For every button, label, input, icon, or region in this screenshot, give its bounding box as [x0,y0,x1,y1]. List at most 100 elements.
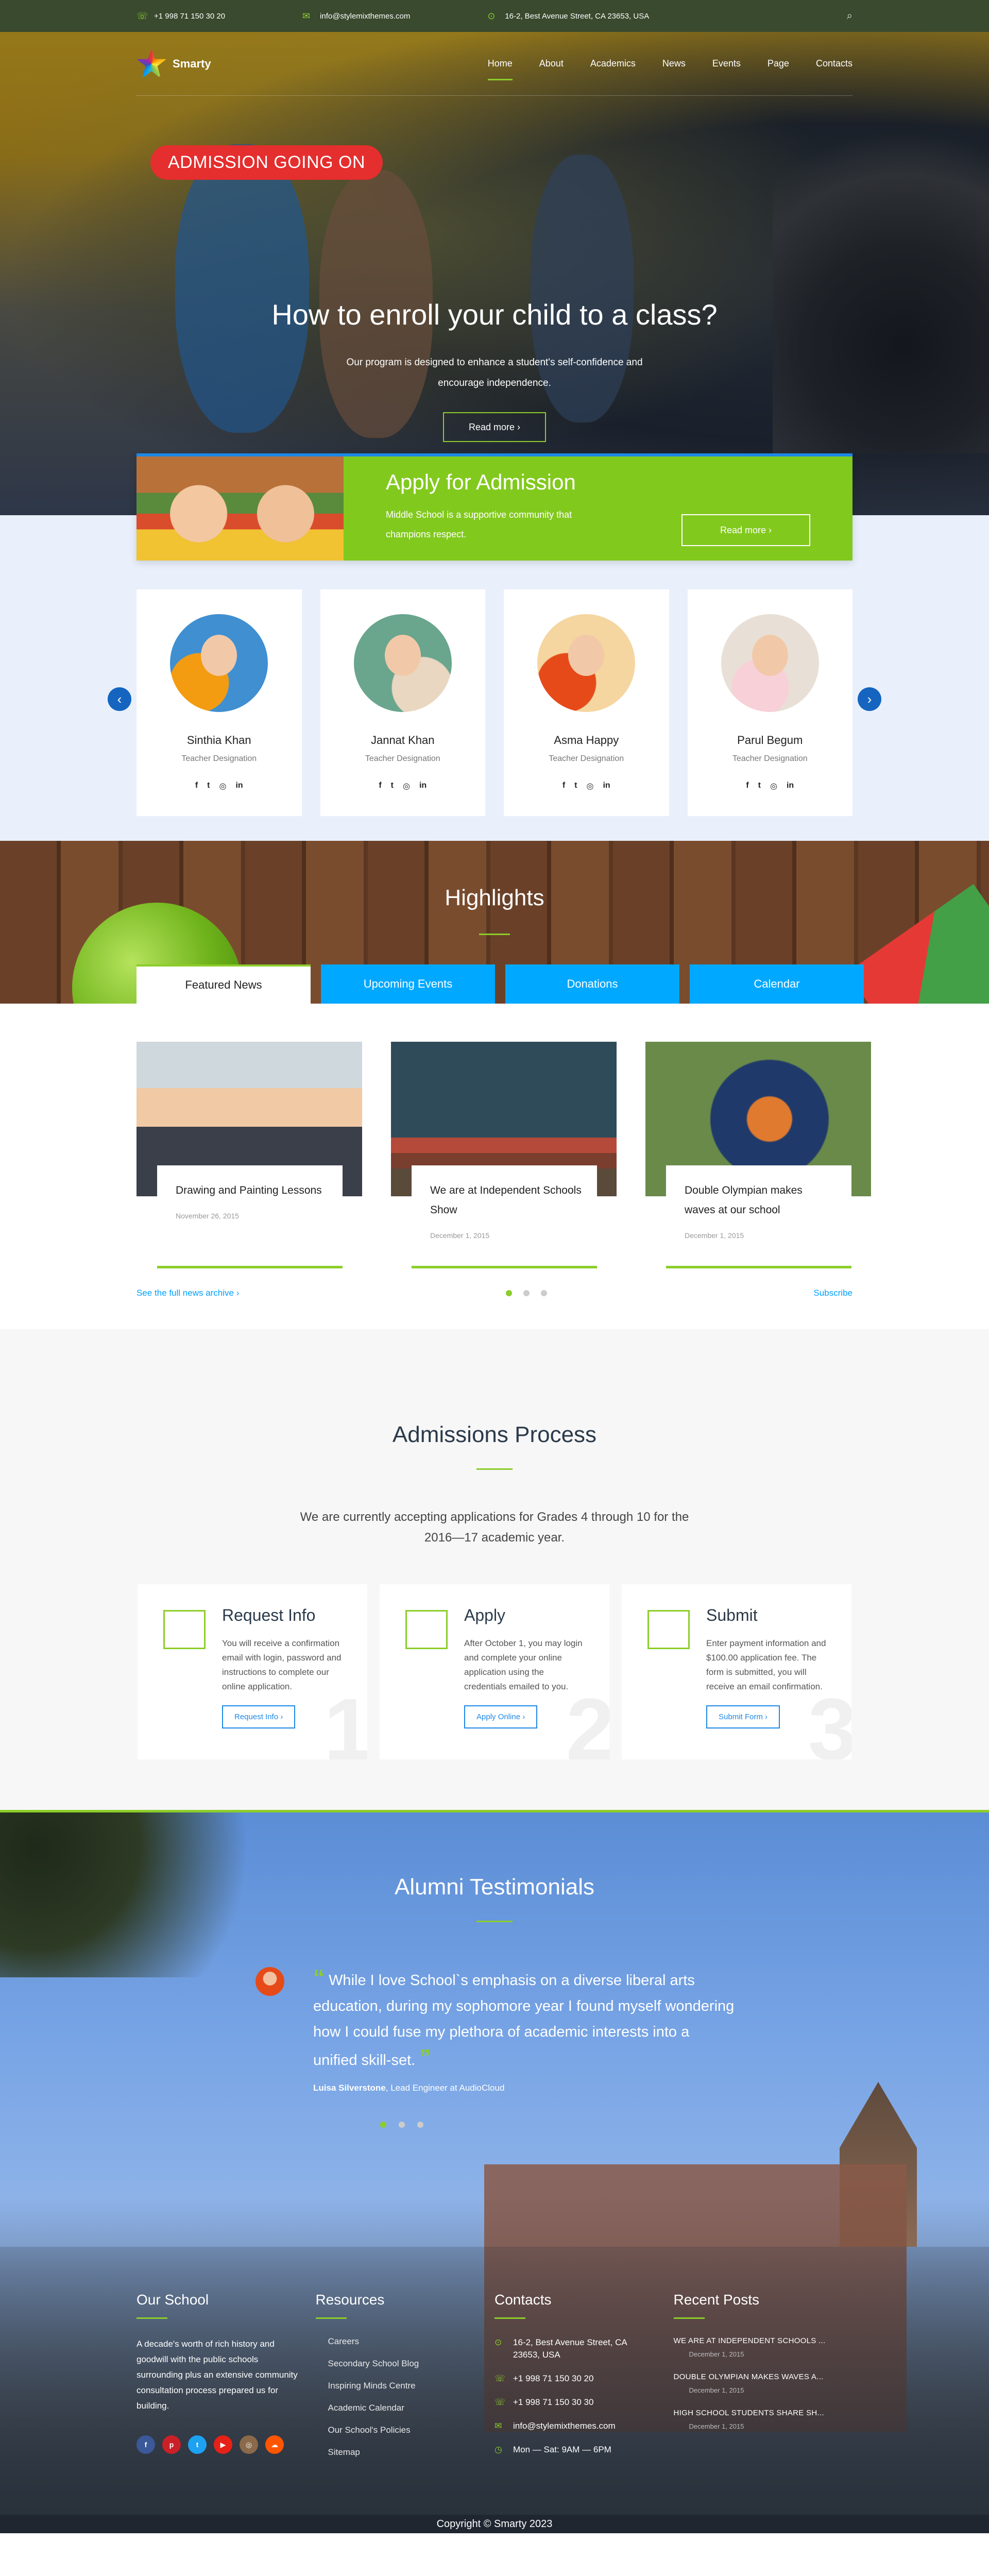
topbar-phone[interactable]: ☏ +1 998 71 150 30 20 [137,11,225,21]
site-logo[interactable]: Smarty [137,48,211,79]
teacher-social: f t ◎ in [688,781,853,791]
news-title[interactable]: Double Olympian makes waves at our schoo… [685,1181,836,1220]
instagram-icon[interactable]: ◎ [219,781,226,791]
teacher-card[interactable]: Parul Begum Teacher Designation f t ◎ in [687,589,853,816]
pagination-dot[interactable] [399,2122,405,2128]
facebook-icon[interactable]: f [379,781,381,791]
nav-item-academics[interactable]: Academics [590,53,636,74]
nav-item-home[interactable]: Home [487,53,513,80]
nav-item-page[interactable]: Page [768,53,789,74]
footer-link[interactable]: Our School's Policies [316,2425,495,2435]
nav-menu: Home About Academics News Events Page Co… [487,53,852,80]
teacher-name: Parul Begum [737,734,803,747]
search-icon[interactable]: ⌕ [847,10,852,22]
mail-icon: ✉ [302,11,311,21]
soundcloud-icon[interactable]: ☁ [265,2435,284,2454]
tab-calendar[interactable]: Calendar [690,964,864,1004]
contact-fax[interactable]: ☏ +1 998 71 150 30 30 [494,2396,674,2409]
nav-item-contacts[interactable]: Contacts [816,53,852,74]
linkedin-icon[interactable]: in [235,781,243,791]
teacher-card[interactable]: Jannat Khan Teacher Designation f t ◎ in [320,589,485,816]
title-divider [476,1468,513,1470]
recent-post-title[interactable]: HIGH SCHOOL STUDENTS SHARE SH... [674,2409,853,2417]
twitter-icon[interactable]: t [207,781,210,791]
highlights-tabs: Featured News Upcoming Events Donations … [137,964,864,1004]
news-title[interactable]: Drawing and Painting Lessons [176,1181,327,1200]
nav-item-about[interactable]: About [539,53,564,74]
contact-phone[interactable]: ☏ +1 998 71 150 30 20 [494,2372,674,2385]
facebook-icon[interactable]: f [137,2435,155,2454]
recent-post[interactable]: WE ARE AT INDEPENDENT SCHOOLS ... Decemb… [674,2336,853,2358]
carousel-prev-button[interactable]: ‹ [108,687,131,711]
tab-upcoming-events[interactable]: Upcoming Events [321,964,495,1004]
footer-social: f p t ▶ ◎ ☁ [137,2435,316,2454]
footer-heading: Contacts [494,2292,552,2308]
nav-item-news[interactable]: News [662,53,686,74]
contact-email[interactable]: ✉ info@stylemixthemes.com [494,2420,674,2432]
apply-online-button[interactable]: Apply Online › [464,1705,538,1728]
pinterest-icon[interactable]: p [162,2435,181,2454]
footer-recent-posts: Recent Posts WE ARE AT INDEPENDENT SCHOO… [673,2292,853,2469]
teacher-designation: Teacher Designation [181,754,257,763]
footer-link[interactable]: Sitemap [316,2447,495,2458]
twitter-icon[interactable]: t [391,781,394,791]
title-divider [479,934,510,935]
tab-featured-news[interactable]: Featured News [137,964,311,1004]
instagram-icon[interactable]: ◎ [403,781,410,791]
news-archive-link[interactable]: See the full news archive › [137,1288,239,1298]
twitter-icon[interactable]: t [574,781,577,791]
apply-title: Apply for Admission [386,470,576,494]
recent-post-title[interactable]: WE ARE AT INDEPENDENT SCHOOLS ... [674,2336,853,2345]
footer-link[interactable]: Academic Calendar [316,2403,495,2413]
recent-post[interactable]: DOUBLE OLYMPIAN MAKES WAVES A... Decembe… [674,2372,853,2394]
teacher-social: f t ◎ in [137,781,302,791]
instagram-icon[interactable]: ◎ [586,781,593,791]
news-card[interactable]: We are at Independent Schools Show Decem… [391,1042,617,1268]
topbar-email[interactable]: ✉ info@stylemixthemes.com [302,11,410,21]
facebook-icon[interactable]: f [195,781,198,791]
apply-read-more-button[interactable]: Read more › [681,514,810,546]
instagram-icon[interactable]: ◎ [770,781,777,791]
news-card[interactable]: Drawing and Painting Lessons November 26… [137,1042,362,1268]
subscribe-link[interactable]: Subscribe [813,1288,852,1298]
footer-heading: Resources [315,2292,385,2308]
facebook-icon[interactable]: f [746,781,748,791]
recent-post[interactable]: HIGH SCHOOL STUDENTS SHARE SH... Decembe… [674,2409,853,2430]
facebook-icon[interactable]: f [562,781,565,791]
news-pagination [505,1290,547,1296]
phone-icon: ☏ [494,2374,506,2383]
submit-form-button[interactable]: Submit Form › [706,1705,780,1728]
nav-item-events[interactable]: Events [712,53,741,74]
pagination-dot[interactable] [540,1290,547,1296]
binders-icon [163,1610,206,1649]
hero-subtitle-line: encourage independence. [438,378,551,388]
teacher-card[interactable]: Asma Happy Teacher Designation f t ◎ in [504,589,669,816]
footer-link[interactable]: Careers [316,2336,495,2347]
news-title[interactable]: We are at Independent Schools Show [430,1181,582,1220]
youtube-icon[interactable]: ▶ [214,2435,232,2454]
pagination-dot[interactable] [417,2122,423,2128]
tab-donations[interactable]: Donations [505,964,679,1004]
twitter-icon[interactable]: t [758,781,761,791]
footer-link[interactable]: Secondary School Blog [316,2359,495,2369]
instagram-icon[interactable]: ◎ [240,2435,258,2454]
hero-read-more-button[interactable]: Read more › [443,412,546,442]
recent-post-title[interactable]: DOUBLE OLYMPIAN MAKES WAVES A... [674,2372,853,2381]
pagination-dot[interactable] [505,1290,512,1296]
hero-section: Smarty Home About Academics News Events … [0,0,989,515]
alumni-title: Alumni Testimonials [394,1874,594,1900]
teacher-card[interactable]: Sinthia Khan Teacher Designation f t ◎ i… [137,589,302,816]
linkedin-icon[interactable]: in [787,781,794,791]
request-info-button[interactable]: Request Info › [222,1705,296,1728]
pagination-dot[interactable] [523,1290,530,1296]
pagination-dot[interactable] [380,2122,386,2128]
news-card[interactable]: Double Olympian makes waves at our schoo… [645,1042,871,1268]
testimonial-quote: “ While I love School`s emphasis on a di… [313,1965,736,2073]
linkedin-icon[interactable]: in [603,781,610,791]
twitter-icon[interactable]: t [188,2435,207,2454]
footer-our-school: Our School A decade's worth of rich hist… [137,2292,316,2469]
carousel-next-button[interactable]: › [858,687,881,711]
main-nav: Smarty Home About Academics News Events … [0,32,989,96]
linkedin-icon[interactable]: in [419,781,427,791]
footer-link[interactable]: Inspiring Minds Centre [316,2381,495,2391]
